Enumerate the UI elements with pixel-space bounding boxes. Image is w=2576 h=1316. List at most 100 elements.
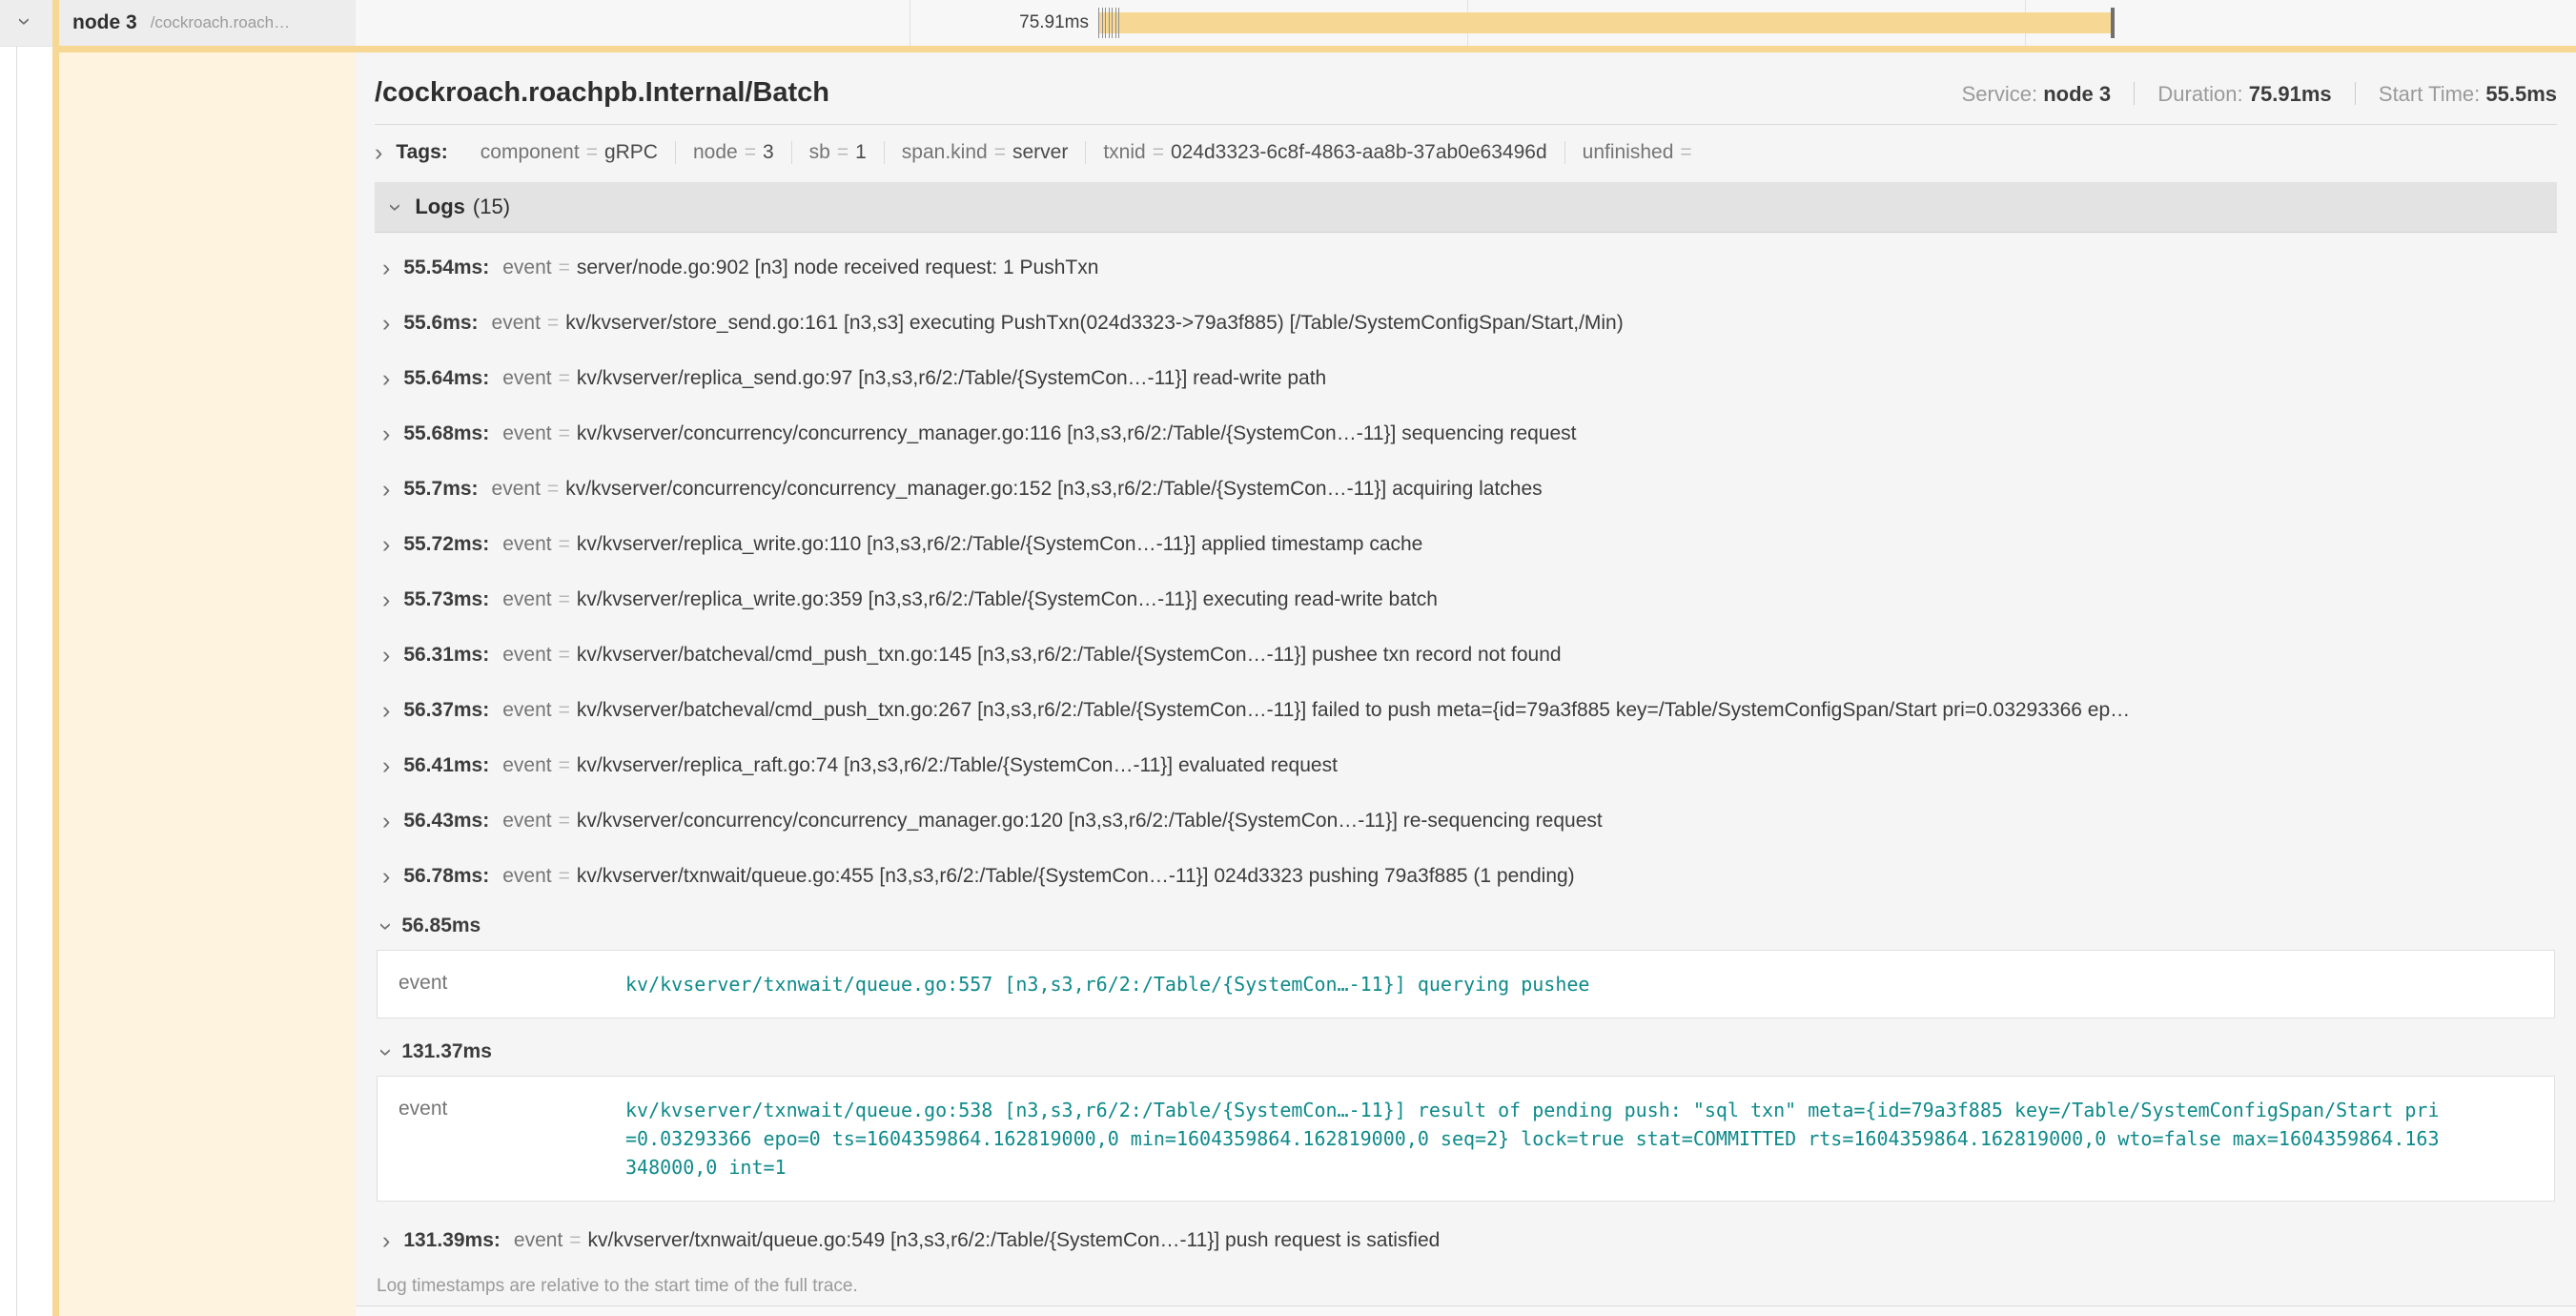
log-row[interactable]: ›55.73ms:event=kv/kvserver/replica_write… — [375, 572, 2557, 627]
log-value: server/node.go:902 [n3] node received re… — [577, 257, 1099, 279]
tag-key: span.kind — [902, 141, 988, 163]
log-key: event — [502, 588, 551, 611]
collapse-span-chevron-icon[interactable]: › — [13, 17, 37, 25]
log-timestamp: 56.41ms: — [403, 754, 489, 777]
log-collapse-chevron-icon[interactable]: › — [375, 1048, 399, 1056]
tags-label: Tags: — [396, 141, 447, 164]
tag-equals: = — [988, 141, 1012, 163]
log-timestamp: 56.85ms — [401, 915, 480, 937]
left-gutter-divider — [16, 0, 17, 1316]
log-equals: = — [552, 865, 577, 888]
log-expand-chevron-icon[interactable]: › — [382, 1229, 390, 1253]
log-row[interactable]: ›55.64ms:event=kv/kvserver/replica_send.… — [375, 351, 2557, 406]
log-row[interactable]: ›56.41ms:event=kv/kvserver/replica_raft.… — [375, 738, 2557, 793]
log-key: event — [492, 312, 541, 335]
log-timestamp: 56.31ms: — [403, 644, 489, 667]
log-key: event — [502, 644, 551, 667]
log-equals: = — [552, 422, 577, 445]
log-equals: = — [552, 644, 577, 667]
log-expand-chevron-icon[interactable]: › — [382, 478, 390, 502]
tag-equals: = — [580, 141, 604, 163]
log-row[interactable]: ›56.78ms:event=kv/kvserver/txnwait/queue… — [375, 849, 2557, 904]
tag-value: 024d3323-6c8f-4863-aa8b-37ab0e63496d — [1171, 141, 1547, 163]
detail-accent-border — [52, 46, 2576, 52]
span-duration-bar[interactable] — [1098, 12, 2112, 33]
log-equals: = — [541, 478, 565, 501]
tag-value: 1 — [855, 141, 867, 163]
log-tick-marker — [1118, 8, 1119, 38]
tag-item[interactable]: txnid=024d3323-6c8f-4863-aa8b-37ab0e6349… — [1086, 141, 1564, 164]
log-key: event — [502, 810, 551, 833]
log-value: kv/kvserver/store_send.go:161 [n3,s3] ex… — [565, 312, 1624, 335]
tag-key: sb — [809, 141, 830, 163]
log-row[interactable]: › 55.7ms: event=kv/kvserver/concurrency/co… — [375, 462, 2557, 517]
log-equals: = — [541, 312, 565, 335]
log-expand-chevron-icon[interactable]: › — [382, 422, 390, 446]
tag-equals: = — [738, 141, 763, 163]
log-expand-chevron-icon[interactable]: › — [382, 865, 390, 889]
logs-section-header[interactable]: › Logs (15) — [375, 182, 2557, 233]
log-entries: ›55.54ms:event=server/node.go:902 [n3] n… — [375, 233, 2557, 1268]
log-row[interactable]: ›131.39ms:event=kv/kvserver/txnwait/queu… — [375, 1213, 2557, 1268]
log-timestamp: 55.68ms: — [403, 422, 489, 445]
log-row-expanded-header[interactable]: ›56.85ms — [375, 904, 2557, 948]
log-row[interactable]: ›56.43ms:event=kv/kvserver/concurrency/c… — [375, 793, 2557, 849]
log-equals: = — [552, 754, 577, 777]
log-equals: = — [552, 810, 577, 833]
log-timestamp: 55.6ms: — [403, 312, 478, 335]
tags-expand-chevron-icon[interactable]: › — [375, 141, 382, 165]
tag-key: txnid — [1103, 141, 1145, 163]
log-value: kv/kvserver/concurrency/concurrency_mana… — [565, 478, 1542, 501]
tag-item[interactable]: node=3 — [676, 141, 792, 164]
tag-item[interactable]: sb=1 — [792, 141, 885, 164]
log-row[interactable]: › 55.6ms: event=kv/kvserver/store_send.go:… — [375, 296, 2557, 351]
log-key: event — [399, 970, 625, 998]
log-expand-chevron-icon[interactable]: › — [382, 257, 390, 280]
tag-key: node — [693, 141, 738, 163]
log-expand-chevron-icon[interactable]: › — [382, 588, 390, 612]
logs-collapse-chevron-icon[interactable]: › — [384, 203, 408, 211]
log-collapse-chevron-icon[interactable]: › — [375, 922, 399, 930]
log-expand-chevron-icon[interactable]: › — [382, 699, 390, 723]
tag-item[interactable]: component=gRPC — [463, 141, 676, 164]
meta-divider — [2355, 82, 2356, 105]
tag-item[interactable]: unfinished= — [1565, 141, 1716, 164]
service-color-stripe — [52, 0, 59, 1316]
log-value: kv/kvserver/replica_write.go:110 [n3,s3,… — [577, 533, 1423, 556]
start-time-value: 55.5ms — [2485, 82, 2557, 106]
tag-item[interactable]: span.kind=server — [885, 141, 1087, 164]
log-tick-marker — [1109, 8, 1110, 38]
log-key: event — [502, 865, 551, 888]
duration-label: Duration: — [2157, 82, 2242, 106]
log-row-expanded-header[interactable]: ›131.37ms — [375, 1030, 2557, 1074]
log-tick-marker — [1115, 8, 1116, 38]
start-time-label: Start Time: — [2379, 82, 2480, 106]
log-row[interactable]: ›55.68ms:event=kv/kvserver/concurrency/c… — [375, 406, 2557, 462]
log-row[interactable]: › 56.31ms: event=kv/kvserver/batcheval/cmd… — [375, 627, 2557, 683]
log-expand-chevron-icon[interactable]: › — [382, 754, 390, 778]
log-key: event — [492, 478, 541, 501]
tag-key: component — [480, 141, 580, 163]
log-expand-chevron-icon[interactable]: › — [382, 644, 390, 668]
tags-section[interactable]: › Tags: component=gRPCnode=3sb=1span.kin… — [375, 131, 2557, 175]
log-key: event — [502, 699, 551, 722]
log-row[interactable]: ›55.72ms:event=kv/kvserver/replica_write… — [375, 517, 2557, 572]
log-equals: = — [552, 699, 577, 722]
span-row[interactable]: › node 3 /cockroach.roach… 75.91ms — [0, 0, 2576, 46]
log-row[interactable]: ›56.37ms:event=kv/kvserver/batcheval/cmd… — [375, 683, 2557, 738]
log-expand-chevron-icon[interactable]: › — [382, 367, 390, 391]
span-indent-column — [59, 52, 356, 1316]
tag-equals: = — [1673, 141, 1698, 163]
title-divider — [375, 124, 2557, 125]
log-expand-chevron-icon[interactable]: › — [382, 533, 390, 557]
log-row[interactable]: ›55.54ms:event=server/node.go:902 [n3] n… — [375, 240, 2557, 296]
log-value: kv/kvserver/txnwait/queue.go:549 [n3,s3,… — [588, 1229, 1441, 1252]
log-timestamp: 55.7ms: — [403, 478, 478, 501]
log-timestamp: 55.73ms: — [403, 588, 489, 611]
log-expand-chevron-icon[interactable]: › — [382, 312, 390, 336]
log-value: kv/kvserver/replica_raft.go:74 [n3,s3,r6… — [577, 754, 1338, 777]
log-expand-chevron-icon[interactable]: › — [382, 810, 390, 833]
tag-equals: = — [1146, 141, 1171, 163]
log-key: event — [502, 257, 551, 279]
log-value: kv/kvserver/batcheval/cmd_push_txn.go:14… — [577, 644, 1562, 667]
